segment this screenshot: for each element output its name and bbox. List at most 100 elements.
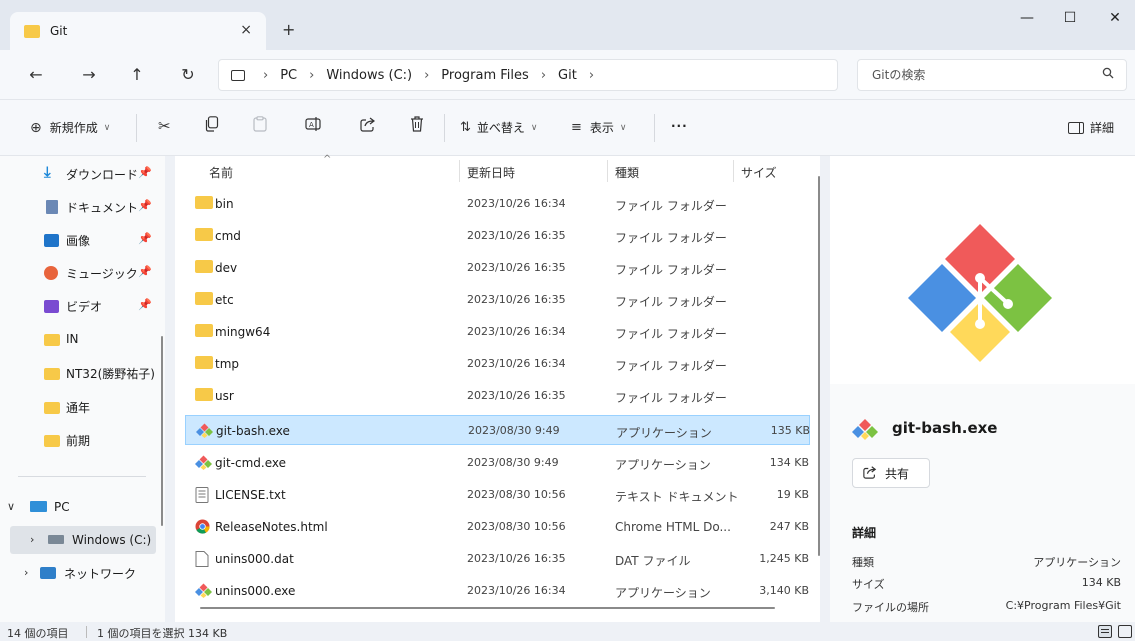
tiles-view-icon[interactable] bbox=[1118, 625, 1132, 638]
chevron-right-icon: › bbox=[309, 67, 315, 83]
rename-icon[interactable]: A bbox=[305, 116, 321, 132]
sidebar-item-zenki[interactable]: 前期 bbox=[10, 426, 156, 454]
table-row[interactable]: unins000.dat 2023/10/26 16:35 DAT ファイル 1… bbox=[185, 544, 810, 574]
share-button[interactable]: 共有 bbox=[852, 458, 930, 488]
pin-icon[interactable]: 📌 bbox=[138, 232, 152, 245]
back-button[interactable]: ← bbox=[26, 65, 46, 84]
new-label: 新規作成 bbox=[49, 121, 98, 135]
table-row[interactable]: unins000.exe 2023/10/26 16:34 アプリケーション 3… bbox=[185, 576, 810, 606]
breadcrumb-pc[interactable]: PC bbox=[280, 68, 297, 83]
property-value: 134 KB bbox=[1081, 576, 1121, 589]
chevron-right-icon: › bbox=[263, 67, 269, 83]
minimize-button[interactable]: — bbox=[1012, 10, 1042, 26]
file-name: usr bbox=[215, 389, 234, 403]
sort-button[interactable]: ⇅ 並べ替え ∨ bbox=[460, 119, 538, 136]
table-row[interactable]: LICENSE.txt 2023/08/30 10:56 テキスト ドキュメント… bbox=[185, 480, 810, 510]
refresh-button[interactable]: ↻ bbox=[178, 65, 198, 84]
file-type: アプリケーション bbox=[615, 458, 711, 472]
sidebar-item-downloads[interactable]: ⤓ ダウンロード 📌 bbox=[10, 160, 156, 188]
table-row[interactable]: ReleaseNotes.html 2023/08/30 10:56 Chrom… bbox=[185, 512, 810, 542]
view-list-icon: ≡ bbox=[571, 120, 582, 135]
chevron-right-icon[interactable]: › bbox=[30, 533, 34, 546]
table-row[interactable]: etc 2023/10/26 16:35 ファイル フォルダー bbox=[185, 285, 810, 315]
delete-icon[interactable] bbox=[410, 116, 424, 132]
tab-git[interactable]: Git × bbox=[10, 12, 266, 50]
file-type: テキスト ドキュメント bbox=[615, 490, 739, 504]
column-header-name[interactable]: 名前 bbox=[209, 164, 233, 181]
tab-close-icon[interactable]: × bbox=[240, 22, 252, 38]
chevron-right-icon: › bbox=[424, 67, 430, 83]
paste-icon[interactable] bbox=[253, 116, 267, 132]
new-tab-button[interactable]: + bbox=[282, 20, 295, 39]
tab-title: Git bbox=[50, 24, 68, 38]
file-date: 2023/10/26 16:35 bbox=[467, 261, 566, 274]
column-header-type[interactable]: 種類 bbox=[615, 164, 639, 181]
drive-icon bbox=[48, 535, 64, 544]
sidebar-divider bbox=[18, 476, 146, 477]
table-row[interactable]: bin 2023/10/26 16:34 ファイル フォルダー bbox=[185, 189, 810, 219]
chrome-icon bbox=[195, 519, 213, 534]
table-row[interactable]: tmp 2023/10/26 16:34 ファイル フォルダー bbox=[185, 349, 810, 379]
pin-icon[interactable]: 📌 bbox=[138, 166, 152, 179]
toolbar-divider bbox=[136, 114, 137, 142]
table-row[interactable]: git-cmd.exe 2023/08/30 9:49 アプリケーション 134… bbox=[185, 448, 810, 478]
table-row[interactable]: usr 2023/10/26 16:35 ファイル フォルダー bbox=[185, 381, 810, 411]
share-icon bbox=[863, 465, 877, 482]
details-view-icon[interactable] bbox=[1098, 625, 1112, 638]
git-logo-icon bbox=[908, 224, 1052, 362]
sidebar-item-windows-c[interactable]: › Windows (C:) bbox=[10, 526, 156, 554]
chevron-right-icon[interactable]: › bbox=[589, 68, 594, 83]
forward-button[interactable]: → bbox=[79, 65, 99, 84]
close-button[interactable]: ✕ bbox=[1100, 10, 1130, 26]
file-name: bin bbox=[215, 197, 234, 211]
table-row-selected[interactable]: git-bash.exe 2023/08/30 9:49 アプリケーション 13… bbox=[185, 415, 810, 445]
folder-icon bbox=[195, 292, 213, 305]
more-options-button[interactable]: ··· bbox=[671, 119, 688, 133]
maximize-button[interactable]: ☐ bbox=[1055, 10, 1085, 26]
column-header-size[interactable]: サイズ bbox=[741, 164, 777, 181]
sort-icon: ⇅ bbox=[460, 120, 471, 135]
details-pane-button[interactable]: 詳細 bbox=[1068, 119, 1114, 136]
sidebar-item-documents[interactable]: ドキュメント 📌 bbox=[10, 193, 156, 221]
column-header-date[interactable]: 更新日時 bbox=[467, 164, 515, 181]
sidebar-item-pictures[interactable]: 画像 📌 bbox=[10, 226, 156, 254]
sidebar-item-pc[interactable]: PC bbox=[10, 493, 156, 521]
sidebar-item-network[interactable]: ネットワーク bbox=[10, 559, 156, 587]
sidebar-item-nt32[interactable]: NT32(勝野祐子) bbox=[10, 359, 156, 387]
column-divider[interactable] bbox=[607, 160, 608, 182]
vertical-scrollbar[interactable] bbox=[818, 176, 820, 556]
column-divider[interactable] bbox=[459, 160, 460, 182]
chevron-right-icon: › bbox=[540, 67, 547, 83]
breadcrumb-program-files[interactable]: Program Files bbox=[441, 68, 529, 83]
file-type: ファイル フォルダー bbox=[615, 295, 727, 309]
pin-icon[interactable]: 📌 bbox=[138, 265, 152, 278]
view-button[interactable]: ≡ 表示 ∨ bbox=[571, 119, 627, 136]
table-row[interactable]: dev 2023/10/26 16:35 ファイル フォルダー bbox=[185, 253, 810, 283]
sidebar-scrollbar[interactable] bbox=[161, 336, 163, 526]
details-section-title: 詳細 bbox=[852, 526, 877, 540]
sidebar-item-in[interactable]: IN bbox=[10, 325, 156, 353]
table-row[interactable]: mingw64 2023/10/26 16:34 ファイル フォルダー bbox=[185, 317, 810, 347]
copy-icon[interactable] bbox=[205, 116, 219, 132]
up-button[interactable]: ↑ bbox=[127, 65, 147, 84]
pin-icon[interactable]: 📌 bbox=[138, 298, 152, 311]
breadcrumb-drive[interactable]: Windows (C:) bbox=[326, 68, 412, 83]
search-box[interactable] bbox=[857, 59, 1127, 91]
horizontal-scrollbar[interactable] bbox=[200, 607, 775, 609]
sort-ascending-icon: ^ bbox=[323, 154, 332, 165]
pin-icon[interactable]: 📌 bbox=[138, 199, 152, 212]
table-row[interactable]: cmd 2023/10/26 16:35 ファイル フォルダー bbox=[185, 221, 810, 251]
breadcrumb[interactable]: › PC › Windows (C:) › Program Files › Gi… bbox=[218, 59, 838, 91]
breadcrumb-git[interactable]: Git bbox=[558, 68, 577, 83]
new-button[interactable]: ⊕ 新規作成 ∨ bbox=[30, 119, 110, 136]
column-divider[interactable] bbox=[733, 160, 734, 182]
share-icon[interactable] bbox=[360, 116, 376, 132]
search-input[interactable] bbox=[872, 68, 1092, 82]
sidebar-item-videos[interactable]: ビデオ 📌 bbox=[10, 292, 156, 320]
search-icon[interactable] bbox=[1102, 67, 1114, 82]
sidebar-item-tsunen[interactable]: 通年 bbox=[10, 393, 156, 421]
sidebar-item-music[interactable]: ミュージック 📌 bbox=[10, 259, 156, 287]
cut-icon[interactable]: ✂ bbox=[158, 117, 171, 135]
git-icon bbox=[852, 418, 878, 443]
file-date: 2023/10/26 16:34 bbox=[467, 357, 566, 370]
